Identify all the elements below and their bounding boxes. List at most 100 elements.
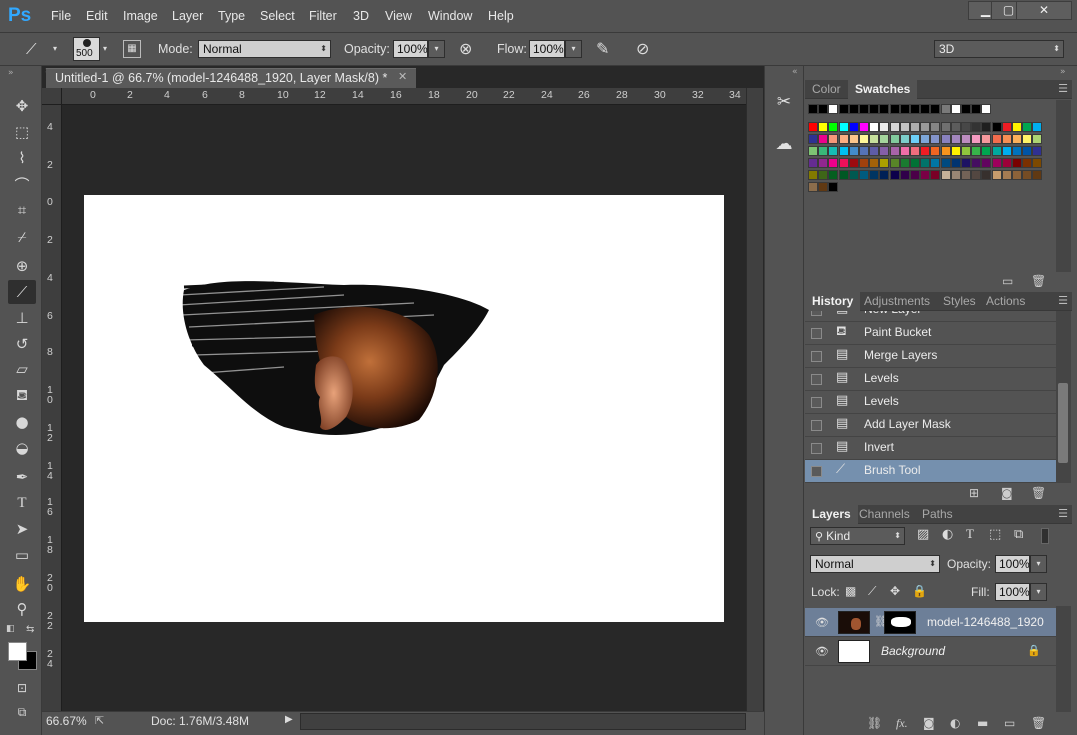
color-swatch[interactable] <box>920 158 931 168</box>
eraser-tool-icon[interactable]: ▱ <box>8 357 36 381</box>
menu-filter[interactable]: Filter <box>309 9 337 23</box>
color-swatch[interactable] <box>930 146 941 156</box>
color-swatch[interactable] <box>950 104 961 114</box>
creative-cloud-icon[interactable]: ☁ <box>770 131 798 157</box>
trash-icon[interactable]: 🗑 <box>1031 274 1046 288</box>
close-button[interactable]: ✕ <box>1016 1 1072 20</box>
fill-arrow[interactable]: ▾ <box>1030 583 1047 601</box>
color-swatch[interactable] <box>910 158 920 168</box>
color-swatch[interactable] <box>899 122 910 132</box>
color-swatch[interactable] <box>869 104 880 114</box>
filter-toggle[interactable] <box>1041 528 1049 544</box>
layer-row-background[interactable]: 👁 Background 🔒 <box>805 637 1056 666</box>
color-swatch[interactable] <box>838 122 849 132</box>
quick-select-tool-icon[interactable]: ⌒ <box>8 173 36 197</box>
color-swatch[interactable] <box>930 158 941 168</box>
color-swatch[interactable] <box>869 134 880 144</box>
layer-name[interactable]: model-1246488_1920 <box>927 615 1044 629</box>
history-source-checkbox[interactable] <box>811 397 822 408</box>
adjustment-icon[interactable]: ◐ <box>950 716 960 730</box>
brush-picker-arrow-icon[interactable]: ▾ <box>103 44 107 53</box>
paint-bucket-tool-icon[interactable]: ⛾ <box>8 383 36 407</box>
tab-adjustments[interactable]: Adjustments <box>857 292 937 311</box>
history-brush-tool-icon[interactable]: ↺ <box>8 332 36 356</box>
layer-thumbnail[interactable] <box>838 640 870 663</box>
filter-smart-object-icon[interactable]: ⧉ <box>1014 527 1023 542</box>
history-item[interactable]: ▤ Merge Layers <box>805 345 1056 368</box>
tab-paths[interactable]: Paths <box>915 505 960 524</box>
crop-tool-icon[interactable]: ⌗ <box>8 198 36 222</box>
lock-transparent-icon[interactable]: ▩ <box>845 584 856 598</box>
history-item[interactable]: ▤ Add Layer Mask <box>805 414 1056 437</box>
color-swatch[interactable] <box>848 134 859 144</box>
horizontal-ruler[interactable]: 0 2 4 6 8 10 12 14 16 18 20 22 24 26 28 30 32 34 <box>62 88 746 105</box>
color-swatch[interactable] <box>828 134 839 144</box>
color-swatch[interactable] <box>808 134 818 144</box>
brush-panel-toggle-icon[interactable]: ▦ <box>123 40 141 58</box>
color-swatch[interactable] <box>930 134 941 144</box>
color-swatch[interactable] <box>971 146 982 156</box>
history-source-checkbox[interactable] <box>811 328 822 339</box>
color-swatch[interactable] <box>808 170 818 180</box>
color-swatch[interactable] <box>818 158 829 168</box>
pen-tool-icon[interactable]: ✒ <box>8 465 36 489</box>
panel-menu-icon[interactable]: ☰ <box>1058 82 1068 95</box>
history-source-checkbox[interactable] <box>811 466 822 477</box>
color-swatch[interactable] <box>940 158 951 168</box>
color-swatch[interactable] <box>1012 146 1022 156</box>
history-item[interactable]: ⟋ Brush Tool <box>805 460 1056 483</box>
color-swatch[interactable] <box>991 146 1002 156</box>
menu-layer[interactable]: Layer <box>172 9 203 23</box>
color-swatch[interactable] <box>828 182 839 192</box>
color-swatch[interactable] <box>859 134 869 144</box>
color-swatch[interactable] <box>889 146 900 156</box>
color-swatch[interactable] <box>910 122 920 132</box>
color-swatch[interactable] <box>848 122 859 132</box>
opacity-slider-arrow[interactable]: ▾ <box>428 40 445 58</box>
menu-view[interactable]: View <box>385 9 412 23</box>
foreground-color-swatch[interactable] <box>8 642 27 661</box>
fill-input[interactable]: 100% <box>995 583 1030 601</box>
lock-image-icon[interactable]: ⟋ <box>868 584 876 599</box>
menu-select[interactable]: Select <box>260 9 295 23</box>
layer-mask-thumbnail[interactable] <box>884 611 916 634</box>
pressure-opacity-icon[interactable]: ⊗ <box>459 39 472 58</box>
screen-mode-icon[interactable]: ⧉ <box>8 700 36 724</box>
color-swatch[interactable] <box>950 158 961 168</box>
color-swatch[interactable] <box>981 158 992 168</box>
document-tab[interactable]: Untitled-1 @ 66.7% (model-1246488_1920, … <box>46 68 416 88</box>
dodge-tool-icon[interactable]: ◒ <box>8 436 36 460</box>
color-swatch[interactable] <box>889 122 900 132</box>
color-swatch[interactable] <box>930 122 941 132</box>
color-swatch[interactable] <box>899 146 910 156</box>
color-swatch[interactable] <box>961 134 971 144</box>
color-swatch[interactable] <box>808 104 818 114</box>
link-icon[interactable]: ⛓ <box>867 716 882 730</box>
color-swatch[interactable] <box>991 122 1002 132</box>
menu-image[interactable]: Image <box>123 9 158 23</box>
color-swatch[interactable] <box>818 170 829 180</box>
color-swatch[interactable] <box>1012 170 1022 180</box>
color-swatch[interactable] <box>920 104 931 114</box>
rectangle-tool-icon[interactable]: ▭ <box>8 543 36 567</box>
color-swatch[interactable] <box>1001 134 1012 144</box>
move-tool-icon[interactable]: ✥ <box>8 94 36 118</box>
snapshot-icon[interactable]: ◙ <box>1001 486 1013 500</box>
color-swatch[interactable] <box>950 134 961 144</box>
flow-slider-arrow[interactable]: ▾ <box>565 40 582 58</box>
tab-layers[interactable]: Layers <box>805 505 858 524</box>
color-swatch[interactable] <box>971 122 982 132</box>
color-swatch[interactable] <box>828 170 839 180</box>
color-swatch[interactable] <box>818 146 829 156</box>
layers-scrollbar[interactable] <box>1056 606 1071 712</box>
menu-help[interactable]: Help <box>488 9 514 23</box>
layer-thumbnail[interactable] <box>838 611 870 634</box>
color-swatch[interactable] <box>889 158 900 168</box>
color-swatch[interactable] <box>838 146 849 156</box>
tab-channels[interactable]: Channels <box>852 505 917 524</box>
color-swatch[interactable] <box>961 104 971 114</box>
blur-tool-icon[interactable]: ● <box>8 410 36 434</box>
color-swatch[interactable] <box>848 170 859 180</box>
menu-type[interactable]: Type <box>218 9 245 23</box>
color-swatch[interactable] <box>920 122 931 132</box>
